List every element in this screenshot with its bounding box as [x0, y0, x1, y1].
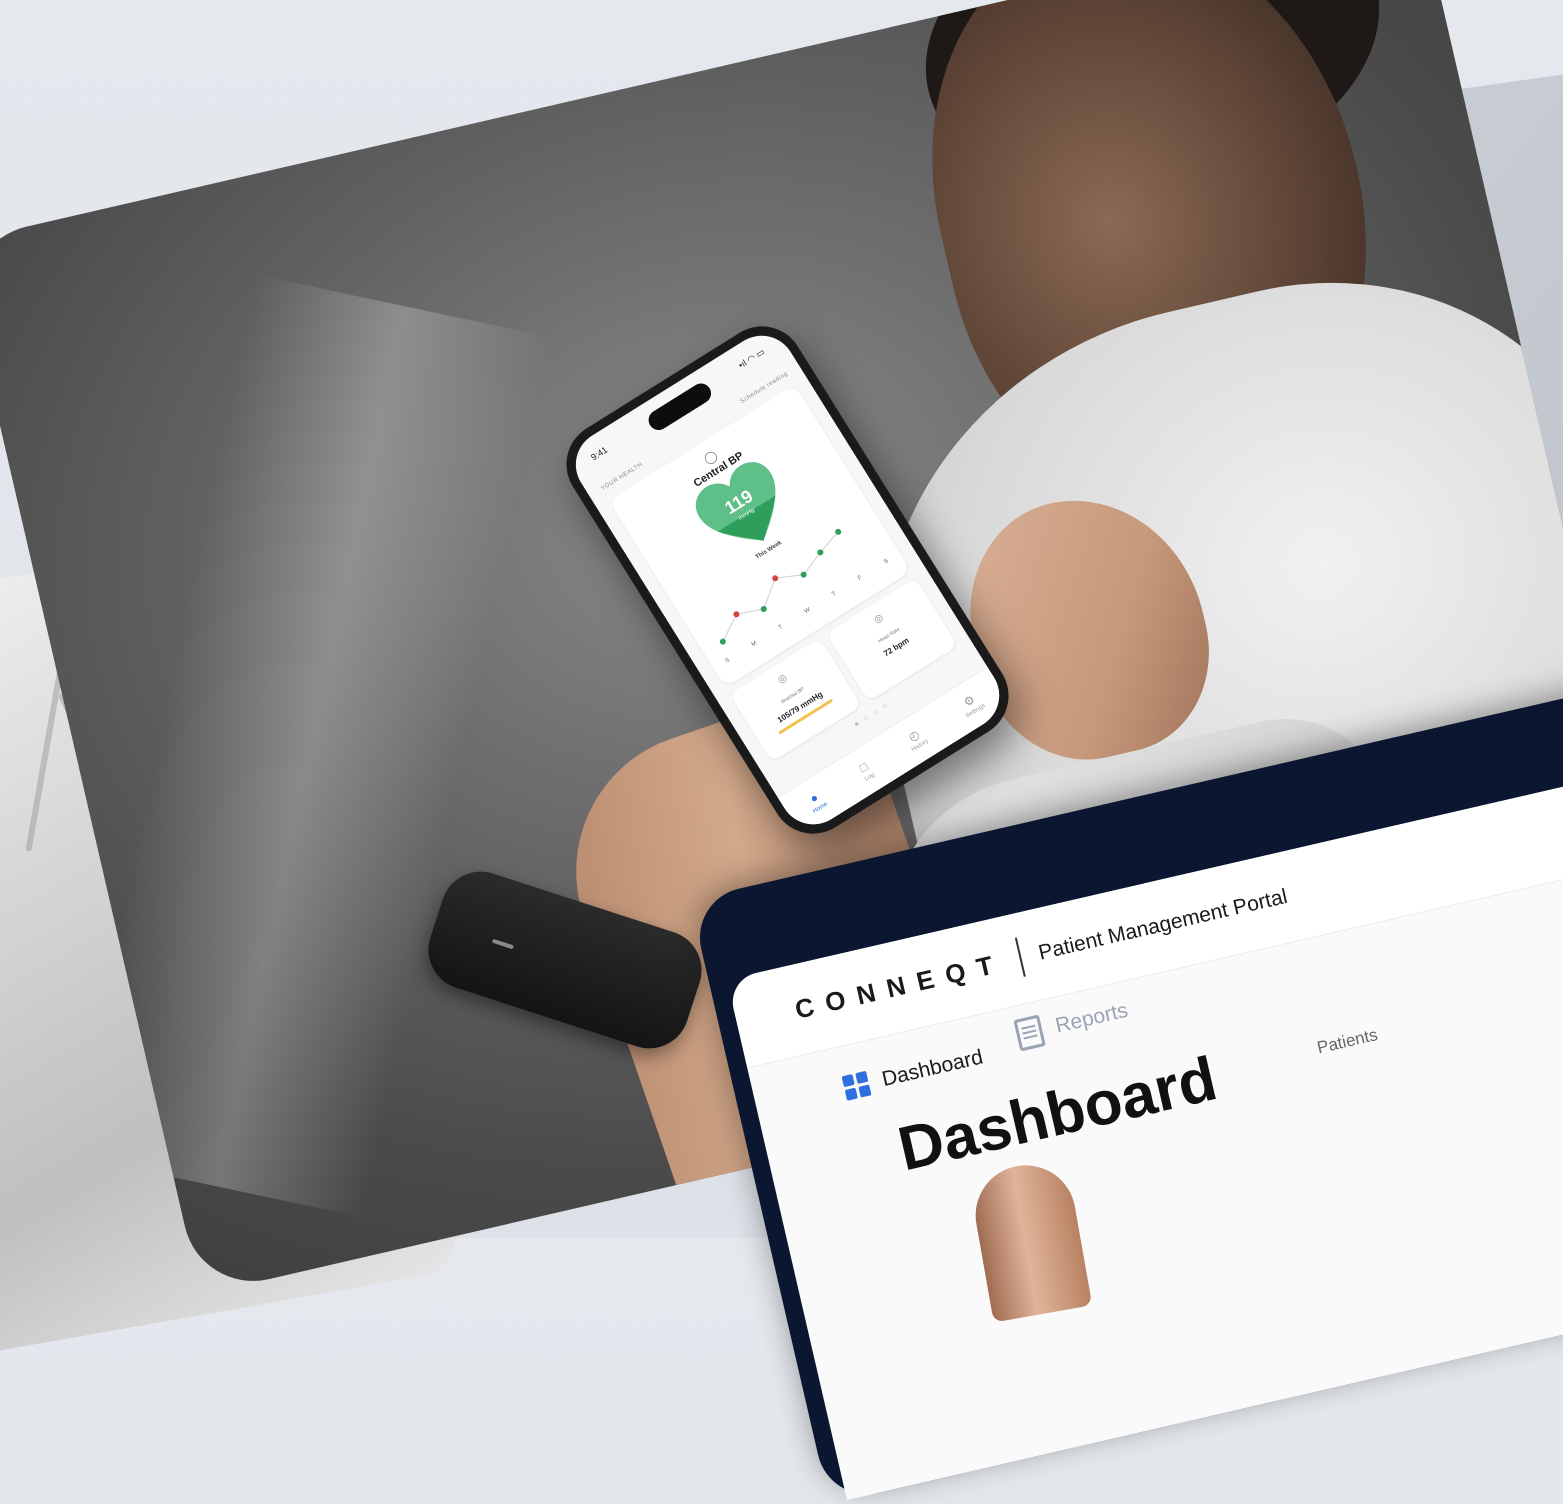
- tab-history[interactable]: ◴ History: [902, 725, 930, 753]
- nav-reports[interactable]: Reports: [1013, 995, 1131, 1052]
- tab-settings[interactable]: ⚙ Settings: [956, 689, 986, 719]
- nav-label: Dashboard: [879, 1045, 985, 1091]
- wristband-indicator: [491, 938, 514, 950]
- brand-logo: CONNEQT: [792, 947, 1008, 1025]
- patients-label: Patients: [1315, 1025, 1380, 1058]
- day-label: M: [750, 640, 759, 649]
- brand-divider: [1014, 937, 1026, 977]
- day-label: S: [724, 657, 732, 665]
- day-label: F: [857, 574, 864, 582]
- tab-home[interactable]: ● Home: [804, 788, 829, 815]
- nav-label: Reports: [1053, 998, 1131, 1038]
- day-label: T: [777, 624, 785, 632]
- status-icons: •ıl ◠ ▭: [736, 346, 767, 371]
- dashboard-grid-icon: [841, 1070, 872, 1101]
- day-label: T: [831, 590, 838, 598]
- clipboard-icon: [1013, 1014, 1046, 1052]
- tab-log[interactable]: □ Log: [856, 759, 876, 782]
- day-label: S: [883, 558, 890, 566]
- portal-title: Patient Management Portal: [1036, 884, 1290, 965]
- nav-dashboard[interactable]: Dashboard: [841, 1045, 986, 1101]
- status-time: 9:41: [589, 444, 610, 463]
- day-label: W: [803, 606, 812, 616]
